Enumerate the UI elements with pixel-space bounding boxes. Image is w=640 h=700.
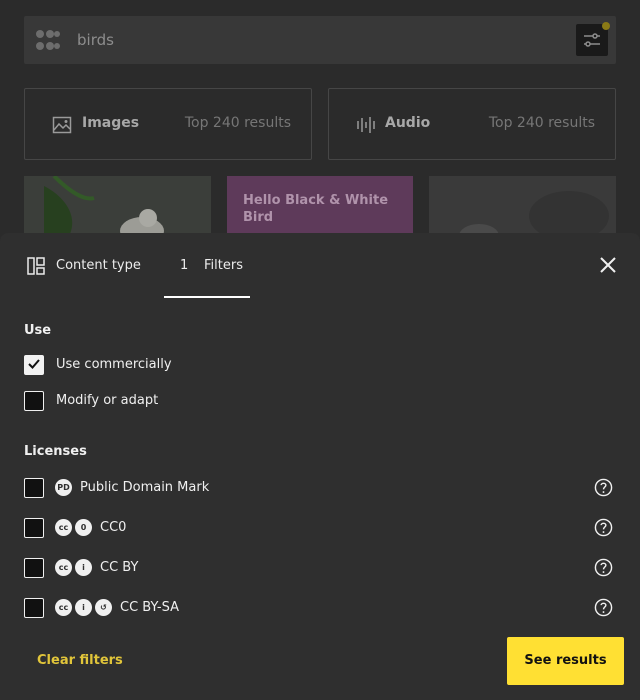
- license-checkbox[interactable]: [24, 558, 44, 578]
- tab-filters-label: Filters: [204, 258, 243, 273]
- result-thumbnail[interactable]: [429, 176, 616, 236]
- checkmark-icon: [28, 359, 40, 369]
- use-section-title: Use: [24, 323, 52, 338]
- license-label: CC BY: [100, 560, 139, 575]
- sa-icon: ↺: [95, 599, 112, 616]
- license-label: CC0: [100, 520, 127, 535]
- tab-filters[interactable]: 1 Filters: [164, 233, 250, 298]
- license-option-cc-by[interactable]: cc i CC BY: [24, 558, 616, 578]
- images-title: Images: [82, 115, 140, 131]
- help-icon[interactable]: [594, 518, 613, 537]
- cc-icon: cc: [55, 559, 72, 576]
- pdm-icon: PD: [55, 479, 72, 496]
- help-icon[interactable]: [594, 598, 613, 617]
- help-icon[interactable]: [594, 478, 613, 497]
- close-icon[interactable]: [598, 255, 618, 275]
- modify-or-adapt-option[interactable]: Modify or adapt: [24, 391, 616, 411]
- license-option-cc-by-sa[interactable]: cc i ↺ CC BY-SA: [24, 598, 616, 618]
- license-option-pdm[interactable]: PD Public Domain Mark: [24, 478, 616, 498]
- search-input[interactable]: birds: [77, 31, 114, 49]
- bird-photo: [44, 176, 164, 236]
- filters-toggle-button[interactable]: [576, 22, 610, 56]
- use-commercially-label: Use commercially: [56, 357, 172, 372]
- images-results-card[interactable]: Images Top 240 results: [24, 88, 312, 160]
- cc-icon: cc: [55, 599, 72, 616]
- audio-title: Audio: [385, 115, 431, 131]
- modify-or-adapt-checkbox[interactable]: [24, 391, 44, 411]
- tab-content-type-label: Content type: [56, 258, 141, 273]
- filters-count-badge: 1: [180, 258, 189, 273]
- modify-or-adapt-label: Modify or adapt: [56, 393, 159, 408]
- by-icon: i: [75, 559, 92, 576]
- result-thumbnail[interactable]: [24, 176, 211, 236]
- openverse-logo-icon: [36, 30, 60, 50]
- thumbnail-title: Hello Black & White Bird: [243, 193, 389, 225]
- zero-icon: 0: [75, 519, 92, 536]
- license-label: Public Domain Mark: [80, 480, 210, 495]
- images-count: Top 240 results: [184, 115, 291, 131]
- use-commercially-checkbox[interactable]: [24, 355, 44, 375]
- help-icon[interactable]: [594, 558, 613, 577]
- audio-count: Top 240 results: [488, 115, 595, 131]
- use-commercially-option[interactable]: Use commercially: [24, 355, 616, 375]
- image-icon: [52, 116, 72, 134]
- license-checkbox[interactable]: [24, 598, 44, 618]
- see-results-button[interactable]: See results: [507, 637, 624, 685]
- waveform-icon: [357, 117, 375, 133]
- bird-photo: [459, 191, 609, 236]
- licenses-section-title: Licenses: [24, 444, 87, 459]
- audio-results-card[interactable]: Audio Top 240 results: [328, 88, 616, 160]
- search-bar[interactable]: birds: [24, 16, 616, 64]
- clear-filters-button[interactable]: Clear filters: [37, 653, 123, 668]
- by-icon: i: [75, 599, 92, 616]
- content-type-icon: [27, 257, 45, 275]
- active-filter-indicator: [602, 22, 610, 30]
- tab-content-type[interactable]: Content type: [16, 233, 156, 298]
- cc-icon: cc: [55, 519, 72, 536]
- license-checkbox[interactable]: [24, 478, 44, 498]
- license-option-cc0[interactable]: cc 0 CC0: [24, 518, 616, 538]
- license-checkbox[interactable]: [24, 518, 44, 538]
- result-thumbnail[interactable]: Hello Black & White Bird: [227, 176, 413, 236]
- license-label: CC BY-SA: [120, 600, 179, 615]
- filters-bottom-sheet: Content type 1 Filters Use Use commercia…: [0, 233, 640, 700]
